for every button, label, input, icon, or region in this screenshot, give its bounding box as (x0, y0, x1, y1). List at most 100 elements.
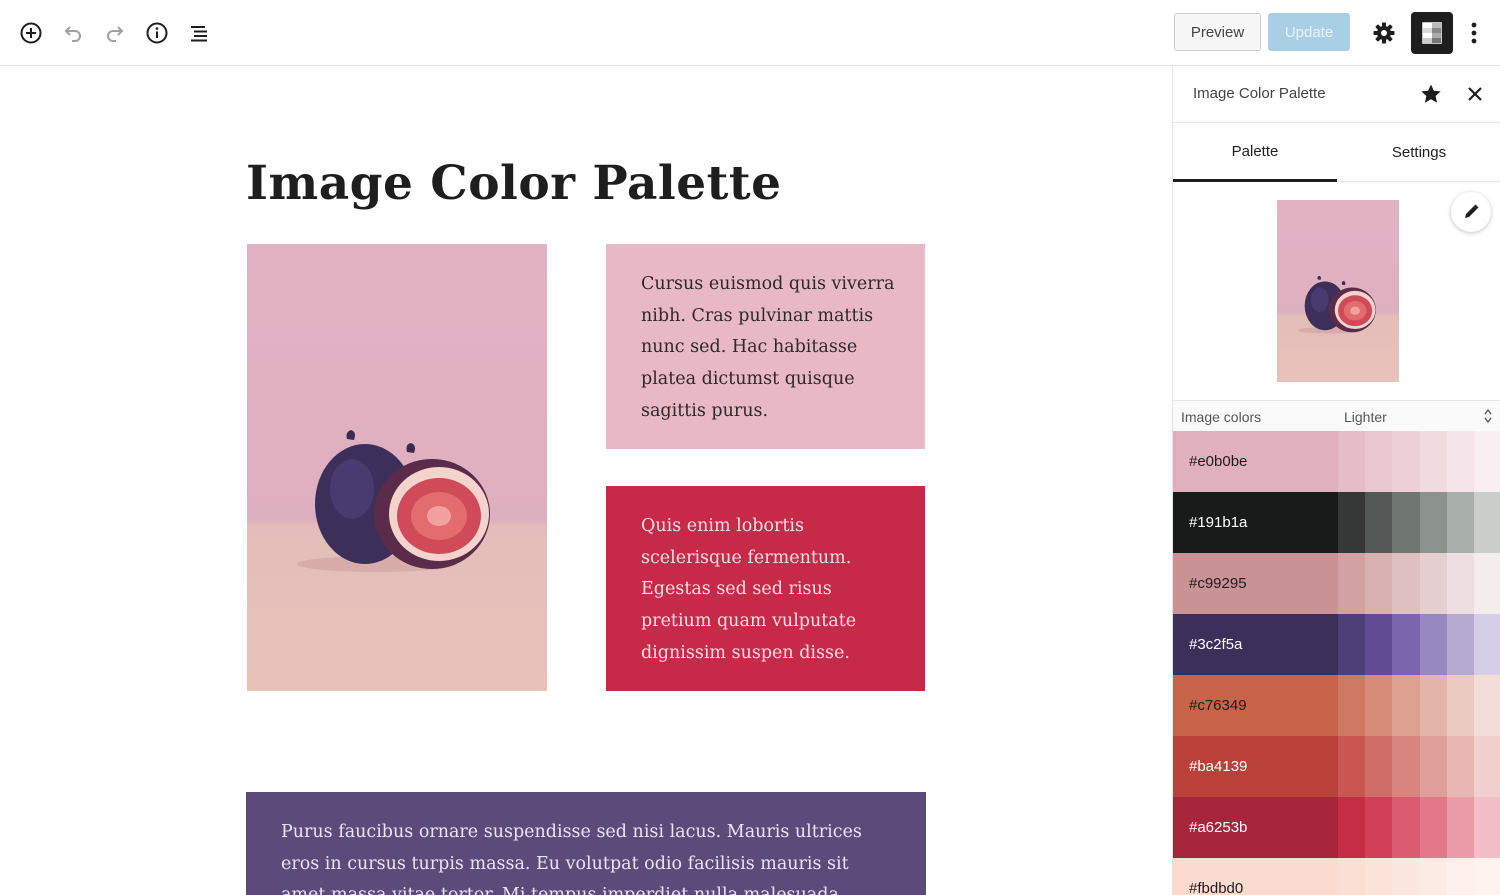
palette-hex-label: #e0b0be (1189, 453, 1248, 470)
red-text-box[interactable]: Quis enim lobortis scelerisque fermentum… (606, 486, 925, 691)
palette-base-swatch[interactable]: #191b1a (1173, 492, 1338, 553)
palette-row[interactable]: #fbdbd0 (1173, 858, 1500, 895)
palette-shade-swatch[interactable] (1365, 614, 1393, 675)
palette-row[interactable]: #c76349 (1173, 675, 1500, 736)
palette-shade-swatch[interactable] (1338, 614, 1366, 675)
palette-base-swatch[interactable]: #c76349 (1173, 675, 1338, 736)
sidebar-header: Image Color Palette (1173, 66, 1500, 123)
palette-shade-swatch[interactable] (1392, 736, 1420, 797)
palette-shade-swatch[interactable] (1446, 675, 1474, 736)
palette-shade-swatch[interactable] (1419, 553, 1447, 614)
preview-button[interactable]: Preview (1174, 13, 1261, 51)
palette-shade-swatch[interactable] (1473, 858, 1500, 895)
palette-shade-swatch[interactable] (1365, 553, 1393, 614)
palette-hex-label: #191b1a (1189, 514, 1248, 531)
palette-shade-swatch[interactable] (1338, 553, 1366, 614)
image-thumbnail (1277, 200, 1399, 382)
palette-shade-swatch[interactable] (1446, 858, 1474, 895)
fig-image[interactable] (247, 244, 547, 691)
undo-icon[interactable] (57, 16, 89, 50)
palette-shade-swatch[interactable] (1392, 492, 1420, 553)
sidebar-title: Image Color Palette (1193, 85, 1326, 102)
palette-plugin-button[interactable] (1411, 12, 1453, 54)
outline-icon[interactable] (183, 16, 215, 50)
palette-shade-swatch[interactable] (1365, 858, 1393, 895)
palette-shade-swatch[interactable] (1392, 858, 1420, 895)
palette-shade-swatch[interactable] (1338, 858, 1366, 895)
palette-shade-swatch[interactable] (1446, 492, 1474, 553)
palette-row[interactable]: #e0b0be (1173, 431, 1500, 492)
select-arrows-icon[interactable] (1483, 406, 1493, 429)
star-icon[interactable] (1419, 82, 1443, 111)
palette-base-swatch[interactable]: #ba4139 (1173, 736, 1338, 797)
palette-shade-swatch[interactable] (1338, 797, 1366, 858)
palette-shade-swatch[interactable] (1392, 431, 1420, 492)
palette-shade-swatch[interactable] (1473, 797, 1500, 858)
redo-icon[interactable] (99, 16, 131, 50)
palette-shade-swatch[interactable] (1419, 736, 1447, 797)
palette-shade-swatch[interactable] (1419, 614, 1447, 675)
palette-shade-swatch[interactable] (1473, 553, 1500, 614)
palette-row[interactable]: #ba4139 (1173, 736, 1500, 797)
palette-shade-swatch[interactable] (1446, 797, 1474, 858)
edit-image-button[interactable] (1451, 192, 1491, 232)
palette-base-swatch[interactable]: #3c2f5a (1173, 614, 1338, 675)
palette-shade-swatch[interactable] (1419, 492, 1447, 553)
palette-shade-swatch[interactable] (1473, 736, 1500, 797)
palette-shade-swatch[interactable] (1473, 492, 1500, 553)
update-button[interactable]: Update (1268, 13, 1350, 51)
fig-illustration (297, 430, 490, 572)
palette-row[interactable]: #191b1a (1173, 492, 1500, 553)
palette-shade-swatch[interactable] (1392, 797, 1420, 858)
palette-base-swatch[interactable]: #a6253b (1173, 797, 1338, 858)
palette-shade-swatch[interactable] (1446, 736, 1474, 797)
add-block-icon[interactable] (15, 16, 47, 50)
palette-hex-label: #ba4139 (1189, 758, 1248, 775)
palette-shade-swatch[interactable] (1419, 675, 1447, 736)
palette-base-swatch[interactable]: #fbdbd0 (1173, 858, 1338, 895)
palette-shade-swatch[interactable] (1392, 675, 1420, 736)
palette-shade-swatch[interactable] (1473, 614, 1500, 675)
image-colors-label: Image colors (1181, 409, 1262, 425)
palette-row[interactable]: #c99295 (1173, 553, 1500, 614)
palette-hex-label: #fbdbd0 (1189, 880, 1244, 895)
palette-shade-swatch[interactable] (1365, 492, 1393, 553)
pink-text-box[interactable]: Cursus euismod quis viverra nibh. Cras p… (606, 244, 925, 449)
close-icon[interactable] (1465, 84, 1485, 109)
palette-shade-swatch[interactable] (1338, 675, 1366, 736)
palette-shade-swatch[interactable] (1446, 431, 1474, 492)
palette-base-swatch[interactable]: #c99295 (1173, 553, 1338, 614)
palette-stripes-icon (1422, 22, 1442, 44)
palette-shade-swatch[interactable] (1365, 797, 1393, 858)
palette-hex-label: #a6253b (1189, 819, 1248, 836)
palette-shade-swatch[interactable] (1392, 614, 1420, 675)
palette-shade-swatch[interactable] (1338, 431, 1366, 492)
post-title[interactable]: Image Color Palette (246, 156, 782, 211)
palette-shade-swatch[interactable] (1419, 431, 1447, 492)
palette-shade-swatch[interactable] (1338, 492, 1366, 553)
palette-shade-swatch[interactable] (1446, 614, 1474, 675)
palette-shade-swatch[interactable] (1473, 431, 1500, 492)
palette-shade-swatch[interactable] (1392, 553, 1420, 614)
editor-canvas: Image Color Palette Cursus euismod quis … (0, 66, 1172, 895)
palette-shade-swatch[interactable] (1419, 858, 1447, 895)
gear-icon[interactable] (1368, 16, 1400, 50)
palette-base-swatch[interactable]: #e0b0be (1173, 431, 1338, 492)
fig-thumbnail-illustration (1297, 275, 1376, 334)
palette-shade-swatch[interactable] (1419, 797, 1447, 858)
palette-hex-label: #c76349 (1189, 697, 1247, 714)
palette-shade-swatch[interactable] (1365, 431, 1393, 492)
palette-row[interactable]: #a6253b (1173, 797, 1500, 858)
tab-settings[interactable]: Settings (1337, 123, 1500, 182)
palette-shade-swatch[interactable] (1473, 675, 1500, 736)
info-icon[interactable] (141, 16, 173, 50)
palette-shade-swatch[interactable] (1446, 553, 1474, 614)
shade-variant-select[interactable]: Lighter (1344, 409, 1387, 425)
palette-shade-swatch[interactable] (1365, 736, 1393, 797)
purple-text-box[interactable]: Purus faucibus ornare suspendisse sed ni… (246, 792, 926, 895)
more-options-icon[interactable] (1458, 16, 1490, 50)
tab-palette[interactable]: Palette (1173, 123, 1337, 182)
palette-row[interactable]: #3c2f5a (1173, 614, 1500, 675)
palette-shade-swatch[interactable] (1338, 736, 1366, 797)
palette-shade-swatch[interactable] (1365, 675, 1393, 736)
